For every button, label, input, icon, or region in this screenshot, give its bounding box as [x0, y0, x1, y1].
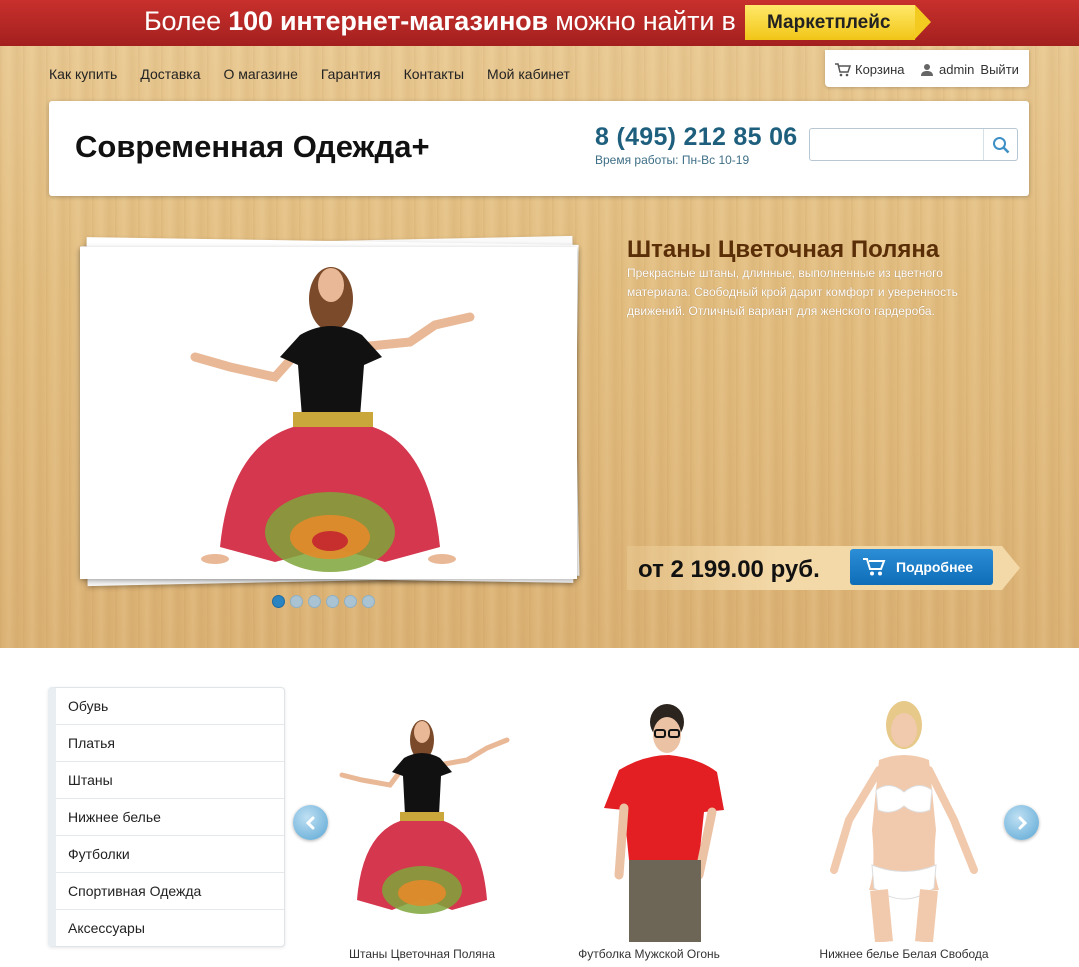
slide-title[interactable]: Штаны Цветочная Поляна — [627, 236, 939, 264]
user-area: admin Выйти — [921, 62, 1019, 77]
user-icon — [921, 64, 933, 76]
product-image — [339, 720, 510, 914]
category-item-sportswear[interactable]: Спортивная Одежда — [56, 873, 284, 910]
product-card[interactable]: Нижнее белье Белая Свобода — [804, 700, 1004, 965]
cart-link[interactable]: Корзина — [835, 62, 905, 77]
category-item-accessories[interactable]: Аксессуары — [56, 910, 284, 947]
banner-text-after: можно найти в — [555, 6, 736, 36]
slider-dot-5[interactable] — [344, 595, 357, 608]
marketplace-button[interactable]: Маркетплейс — [745, 5, 931, 40]
logout-link[interactable]: Выйти — [980, 62, 1019, 77]
category-item-tshirts[interactable]: Футболки — [56, 836, 284, 873]
search-box — [809, 128, 1018, 161]
cart-icon — [835, 62, 851, 76]
details-button[interactable]: Подробнее — [850, 549, 993, 585]
username-link[interactable]: admin — [939, 62, 974, 77]
category-item-pants[interactable]: Штаны — [56, 762, 284, 799]
slide-price: от 2 199.00 руб. — [638, 556, 820, 583]
category-item-underwear[interactable]: Нижнее белье — [56, 799, 284, 836]
cart-icon — [863, 558, 886, 576]
banner-text-bold: 100 интернет-магазинов — [228, 6, 548, 36]
product-name[interactable]: Футболка Мужской Огонь — [529, 947, 769, 961]
product-image — [604, 704, 724, 942]
category-item-dresses[interactable]: Платья — [56, 725, 284, 762]
working-hours: Время работы: Пн-Вс 10-19 — [595, 153, 750, 167]
top-promo-banner[interactable]: Более 100 интернет-магазинов можно найти… — [0, 0, 1079, 46]
main-nav: Как купить Доставка О магазине Гарантия … — [49, 66, 593, 82]
site-header: Современная Одежда+ 8 (495) 212 85 06 Вр… — [49, 101, 1029, 196]
category-item-shoes[interactable]: Обувь — [56, 688, 284, 725]
nav-warranty[interactable]: Гарантия — [321, 66, 381, 82]
nav-delivery[interactable]: Доставка — [140, 66, 200, 82]
nav-contacts[interactable]: Контакты — [404, 66, 464, 82]
banner-text: Более 100 интернет-магазинов можно найти… — [144, 6, 736, 37]
nav-how-to-buy[interactable]: Как купить — [49, 66, 117, 82]
product-name[interactable]: Штаны Цветочная Поляна — [302, 947, 542, 961]
category-menu: Обувь Платья Штаны Нижнее белье Футболки… — [48, 687, 285, 947]
woman-harem-pants-image — [80, 247, 577, 579]
cart-label: Корзина — [855, 62, 905, 77]
product-card[interactable]: Штаны Цветочная Поляна — [322, 700, 522, 965]
search-input[interactable] — [810, 129, 982, 160]
slider-dots — [272, 595, 375, 608]
slider-dot-3[interactable] — [308, 595, 321, 608]
arrow-left-icon — [305, 816, 314, 829]
slide-photo-stack — [80, 235, 580, 587]
slider-dot-2[interactable] — [290, 595, 303, 608]
product-image — [830, 701, 978, 942]
slider-dot-6[interactable] — [362, 595, 375, 608]
site-logo[interactable]: Современная Одежда+ — [75, 129, 430, 165]
arrow-right-icon — [1018, 816, 1027, 829]
search-button[interactable] — [983, 129, 1017, 160]
slider-dot-4[interactable] — [326, 595, 339, 608]
banner-text-before: Более — [144, 6, 221, 36]
slider-dot-1[interactable] — [272, 595, 285, 608]
nav-about[interactable]: О магазине — [223, 66, 297, 82]
user-box: Корзина admin Выйти — [825, 50, 1029, 87]
details-button-label: Подробнее — [896, 559, 974, 575]
product-card[interactable]: Футболка Мужской Огонь — [549, 700, 749, 965]
search-icon — [992, 136, 1009, 153]
product-name[interactable]: Нижнее белье Белая Свобода — [784, 947, 1024, 961]
nav-my-account[interactable]: Мой кабинет — [487, 66, 570, 82]
slide-image[interactable] — [80, 247, 577, 579]
phone-number: 8 (495) 212 85 06 — [595, 123, 798, 151]
slide-description: Прекрасные штаны, длинные, выполненные и… — [627, 266, 958, 318]
carousel-next-button[interactable] — [1004, 805, 1039, 840]
